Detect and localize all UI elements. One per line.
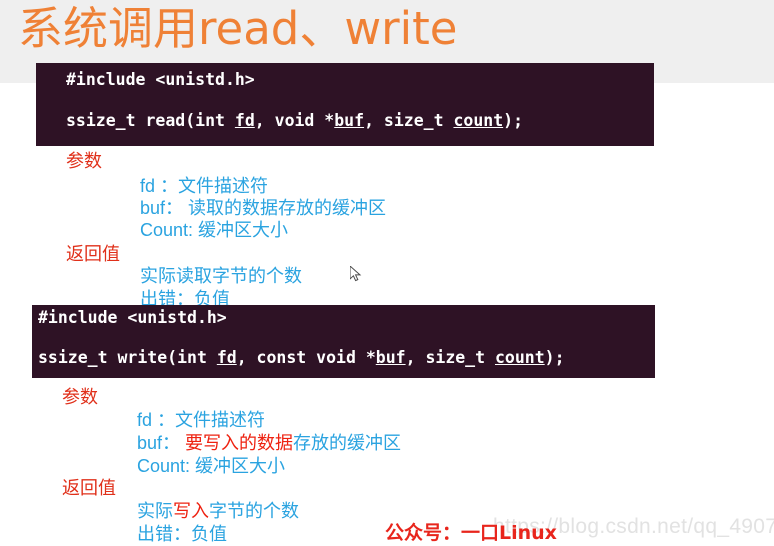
write-return-label: 返回值: [62, 478, 116, 498]
code-token: ssize_t write(int: [38, 348, 217, 367]
code-block-write: #include <unistd.h> ssize_t write(int fd…: [32, 305, 655, 378]
write-return-suffix: 字节的个数: [209, 501, 299, 521]
write-param-buf-prefix: buf：: [137, 433, 186, 453]
code-line-read-signature: ssize_t read(int fd, void *buf, size_t c…: [66, 111, 654, 130]
code-token-count: count: [453, 111, 504, 130]
code-line-write-signature: ssize_t write(int fd, const void *buf, s…: [38, 348, 655, 367]
code-token: );: [544, 348, 565, 367]
brand-footer: 公众号：一口Linux: [385, 522, 557, 544]
code-token-fd: fd: [234, 111, 255, 130]
write-params-label: 参数: [62, 387, 98, 407]
code-token: ssize_t read(int: [66, 111, 235, 130]
code-token-count: count: [494, 348, 545, 367]
presentation-slide: 系统调用read、write #include <unistd.h> ssize…: [0, 0, 774, 546]
mouse-pointer-icon: [350, 266, 362, 282]
code-token: );: [503, 111, 524, 130]
page-title: 系统调用read、write: [18, 2, 458, 55]
read-params-label: 参数: [66, 151, 102, 171]
write-return-error: 出错：负值: [137, 524, 227, 544]
code-line-include: #include <unistd.h>: [38, 308, 227, 327]
code-block-read: #include <unistd.h> ssize_t read(int fd,…: [36, 63, 654, 146]
code-token: , size_t: [405, 348, 495, 367]
read-return-label: 返回值: [66, 244, 120, 264]
write-return-highlight: 写入: [173, 501, 209, 521]
read-param-count: Count: 缓冲区大小: [140, 220, 289, 240]
write-param-buf-suffix: 存放的缓冲区: [293, 433, 402, 453]
write-return-prefix: 实际: [137, 501, 173, 521]
code-line-include: #include <unistd.h>: [66, 70, 255, 89]
write-param-buf-highlight: 要写入的数据: [185, 433, 294, 453]
code-token: , size_t: [364, 111, 454, 130]
code-token-buf: buf: [334, 111, 365, 130]
write-param-count: Count: 缓冲区大小: [137, 456, 286, 476]
code-token: , const void *: [236, 348, 376, 367]
code-token: , void *: [254, 111, 335, 130]
code-token-fd: fd: [216, 348, 237, 367]
code-token-buf: buf: [375, 348, 406, 367]
